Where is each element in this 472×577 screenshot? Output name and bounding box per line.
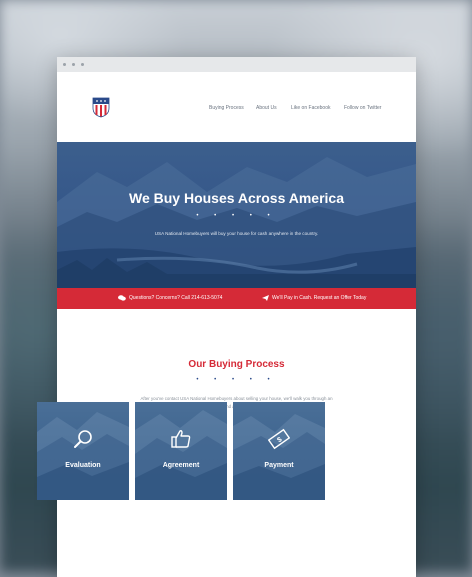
offer-callout-text: We'll Pay in Cash. Request an Offer Toda… — [272, 295, 367, 301]
window-dot — [72, 63, 75, 66]
hero-dots-divider: • • • • • — [196, 213, 277, 219]
phone-callout-text: Questions? Concerns? Call 214-613-5074 — [129, 295, 223, 301]
site-header: Buying Process About Us Like on Facebook… — [57, 72, 416, 142]
card-mountain-background — [233, 414, 325, 500]
process-cards: Evaluation Agreement $ Payment — [37, 402, 325, 500]
card-label: Evaluation — [65, 462, 101, 469]
nav-about-us[interactable]: About Us — [256, 105, 291, 111]
window-dot — [81, 63, 84, 66]
magnifier-icon — [74, 430, 92, 448]
card-label: Payment — [264, 462, 294, 469]
cash-icon: $ — [268, 428, 290, 450]
shield-flag-logo-icon[interactable] — [92, 96, 110, 118]
nav-facebook[interactable]: Like on Facebook — [291, 105, 344, 111]
card-agreement[interactable]: Agreement — [135, 402, 227, 500]
window-dot — [63, 63, 66, 66]
window-titlebar — [57, 57, 416, 72]
paper-plane-icon — [262, 295, 269, 301]
card-label: Agreement — [162, 462, 200, 469]
hero-subtitle: USA National Homebuyers will buy your ho… — [154, 231, 319, 236]
offer-callout[interactable]: We'll Pay in Cash. Request an Offer Toda… — [262, 295, 366, 301]
main-nav: Buying Process About Us Like on Facebook… — [209, 105, 381, 111]
card-mountain-background — [37, 412, 129, 500]
card-evaluation[interactable]: Evaluation — [37, 402, 129, 500]
card-mountain-background — [135, 410, 227, 500]
nav-buying-process[interactable]: Buying Process — [209, 105, 256, 111]
contact-banner: Questions? Concerns? Call 214-613-5074 W… — [57, 288, 416, 309]
card-payment[interactable]: $ Payment — [233, 402, 325, 500]
hero-banner: We Buy Houses Across America • • • • • U… — [57, 142, 416, 288]
hero-title: We Buy Houses Across America — [128, 190, 344, 206]
nav-twitter[interactable]: Follow on Twitter — [344, 105, 381, 111]
section-dots-divider: • • • • • — [196, 377, 277, 383]
thumbs-up-icon — [171, 430, 191, 448]
section-title: Our Buying Process — [188, 359, 285, 370]
phone-callout[interactable]: Questions? Concerns? Call 214-613-5074 — [118, 295, 222, 301]
chat-bubbles-icon — [118, 295, 126, 301]
